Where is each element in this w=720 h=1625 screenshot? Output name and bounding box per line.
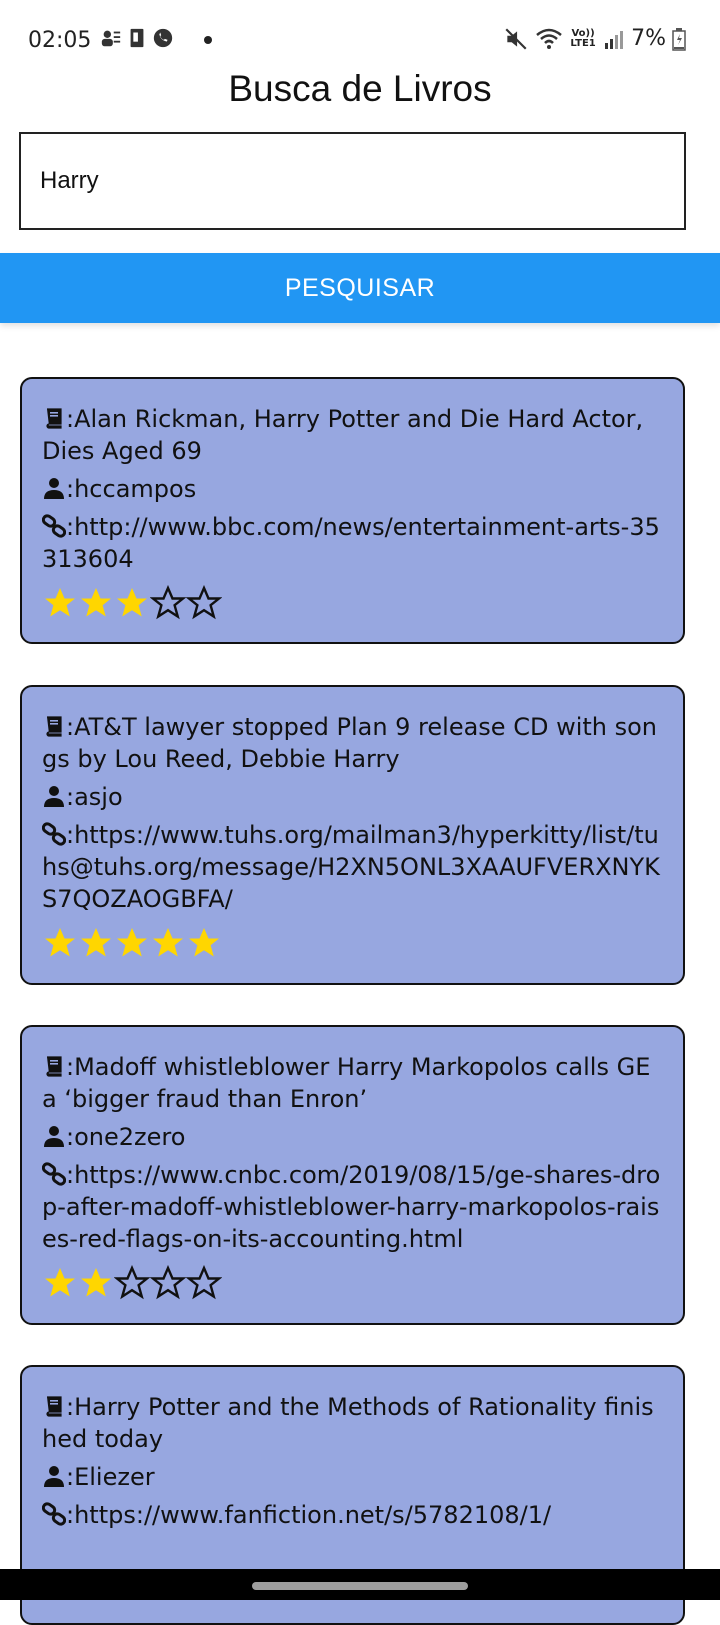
user-icon: [44, 1466, 64, 1487]
user-icon: [44, 478, 64, 499]
book-title-line: :Madoff whistleblower Harry Markopolos c…: [42, 1051, 663, 1115]
star-filled-icon: [81, 588, 111, 617]
book-title-line: :Harry Potter and the Methods of Rationa…: [42, 1391, 663, 1455]
link-icon: [42, 1162, 66, 1186]
notification-icons: [100, 27, 174, 49]
rating-stars: [42, 1265, 663, 1301]
star-filled-icon: [117, 588, 147, 617]
author-line: :hccampos: [42, 473, 663, 505]
user-icon: [44, 786, 64, 807]
status-time: 02:05: [28, 28, 92, 53]
book-url[interactable]: :http://www.bbc.com/news/entertainment-a…: [42, 513, 660, 573]
star-empty-icon: [114, 1265, 150, 1300]
star-filled-icon: [45, 588, 75, 617]
book-title-line: :AT&T lawyer stopped Plan 9 release CD w…: [42, 711, 663, 775]
book-author: :asjo: [66, 783, 123, 811]
book-title: :Harry Potter and the Methods of Rationa…: [42, 1393, 654, 1453]
url-line: :https://www.fanfiction.net/s/5782108/1/: [42, 1499, 663, 1531]
user-icon: [44, 1126, 64, 1147]
search-input[interactable]: [40, 167, 660, 195]
star-filled-icon: [117, 928, 147, 957]
wifi-icon: [536, 28, 562, 49]
profile-icon: [101, 30, 121, 47]
search-button[interactable]: PESQUISAR: [0, 253, 720, 323]
notes-icon: [130, 28, 144, 48]
star-empty-icon: [186, 585, 222, 620]
book-title: :Madoff whistleblower Harry Markopolos c…: [42, 1053, 651, 1113]
whatsapp-icon: [153, 28, 173, 48]
url-line: :https://www.tuhs.org/mailman3/hyperkitt…: [42, 819, 663, 915]
page-title: Busca de Livros: [228, 68, 492, 109]
battery-percent: 7%: [631, 26, 666, 51]
book-author: :one2zero: [66, 1123, 186, 1151]
book-url[interactable]: :https://www.cnbc.com/2019/08/15/ge-shar…: [42, 1161, 660, 1253]
star-filled-icon: [81, 928, 111, 957]
book-author: :Eliezer: [66, 1463, 155, 1491]
book-url[interactable]: :https://www.tuhs.org/mailman3/hyperkitt…: [42, 821, 660, 913]
status-bar: 02:05 Vo)) LTE1 7%: [0, 0, 720, 64]
star-filled-icon: [189, 928, 219, 957]
star-empty-icon: [186, 1265, 222, 1300]
star-empty-icon: [150, 1265, 186, 1300]
link-icon: [42, 1502, 66, 1526]
book-icon: [46, 1056, 62, 1077]
star-filled-icon: [45, 928, 75, 957]
home-gesture-handle[interactable]: [252, 1582, 468, 1590]
rating-stars: [42, 585, 663, 621]
book-url[interactable]: :https://www.fanfiction.net/s/5782108/1/: [66, 1501, 551, 1529]
book-icon: [46, 716, 62, 737]
book-title-line: :Alan Rickman, Harry Potter and Die Hard…: [42, 403, 663, 467]
result-card[interactable]: :AT&T lawyer stopped Plan 9 release CD w…: [20, 685, 685, 985]
network-label: Vo)) LTE1: [570, 28, 596, 49]
author-line: :one2zero: [42, 1121, 663, 1153]
book-icon: [46, 1396, 62, 1417]
book-icon: [46, 408, 62, 429]
link-icon: [42, 822, 66, 846]
rating-stars: [42, 925, 663, 961]
system-status: Vo)) LTE1 7%: [503, 26, 686, 52]
result-card[interactable]: :Madoff whistleblower Harry Markopolos c…: [20, 1025, 685, 1325]
battery-icon: [672, 28, 686, 51]
star-empty-icon: [150, 585, 186, 620]
url-line: :http://www.bbc.com/news/entertainment-a…: [42, 511, 663, 575]
author-line: :Eliezer: [42, 1461, 663, 1493]
search-field[interactable]: [19, 132, 686, 230]
link-icon: [42, 514, 66, 538]
star-filled-icon: [153, 928, 183, 957]
star-filled-icon: [81, 1268, 111, 1297]
url-line: :https://www.cnbc.com/2019/08/15/ge-shar…: [42, 1159, 663, 1255]
result-card[interactable]: :Alan Rickman, Harry Potter and Die Hard…: [20, 377, 685, 644]
mute-icon: [505, 28, 527, 50]
star-filled-icon: [45, 1268, 75, 1297]
author-line: :asjo: [42, 781, 663, 813]
book-title: :AT&T lawyer stopped Plan 9 release CD w…: [42, 713, 658, 773]
status-dot: [204, 36, 212, 44]
book-title: :Alan Rickman, Harry Potter and Die Hard…: [42, 405, 644, 465]
book-author: :hccampos: [66, 475, 197, 503]
signal-icon: [605, 31, 624, 49]
